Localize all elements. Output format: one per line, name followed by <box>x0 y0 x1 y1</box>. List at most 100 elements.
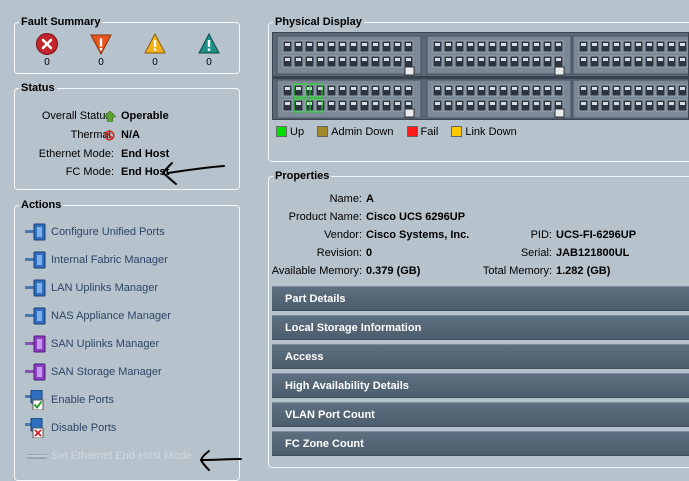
critical-fault-item[interactable]: 0 <box>32 32 62 68</box>
fc-mode-label: FC Mode: <box>65 166 114 178</box>
port <box>348 55 359 68</box>
port <box>498 99 509 112</box>
port-led <box>435 58 440 61</box>
port <box>432 99 443 112</box>
configure-unified-ports-label: Configure Unified Ports <box>51 226 165 238</box>
section-part-details[interactable]: Part Details <box>272 286 689 311</box>
port-led <box>351 43 356 46</box>
port <box>443 55 454 68</box>
legend-link-down-label: Link Down <box>465 126 517 138</box>
san-storage-manager-label: SAN Storage Manager <box>51 366 162 378</box>
port <box>578 99 589 112</box>
port-led <box>658 87 663 90</box>
prop-name-value: A <box>366 193 374 205</box>
port-led <box>329 87 334 90</box>
port <box>655 84 666 97</box>
port <box>392 55 403 68</box>
port-led <box>592 87 597 90</box>
port-led <box>446 43 451 46</box>
port-led <box>523 58 528 61</box>
port <box>520 99 531 112</box>
port-led <box>435 43 440 46</box>
port <box>677 99 688 112</box>
port <box>293 55 304 68</box>
warning-count: 0 <box>206 57 212 68</box>
ethernet-mode-icon <box>27 454 47 459</box>
port <box>359 40 370 53</box>
port-led <box>285 43 290 46</box>
actions-title: Actions <box>19 198 64 212</box>
prop-vendor-row: Vendor: Cisco Systems, Inc. PID: UCS-FI-… <box>268 227 688 243</box>
port <box>454 99 465 112</box>
port-led <box>545 102 550 105</box>
port-led <box>501 87 506 90</box>
port <box>381 55 392 68</box>
port-led <box>395 43 400 46</box>
port-led <box>556 43 561 46</box>
port <box>326 84 337 97</box>
section-local-storage[interactable]: Local Storage Information <box>272 315 689 340</box>
port <box>542 55 553 68</box>
enable-ports-label: Enable Ports <box>51 394 114 406</box>
minor-fault-item[interactable]: 0 <box>140 32 170 68</box>
port <box>666 40 677 53</box>
port <box>282 55 293 68</box>
legend-admin-down-swatch <box>317 126 329 137</box>
section-vlan-port-count-label: VLAN Port Count <box>285 409 375 421</box>
port-led <box>636 43 641 46</box>
port <box>578 40 589 53</box>
port-led <box>636 87 641 90</box>
port <box>600 84 611 97</box>
port <box>578 55 589 68</box>
port <box>403 40 414 53</box>
section-access[interactable]: Access <box>272 344 689 369</box>
port-led <box>614 102 619 105</box>
chassis-ports-graphic[interactable] <box>273 33 689 120</box>
port-led <box>490 102 495 105</box>
port <box>315 40 326 53</box>
port <box>622 99 633 112</box>
legend-up-label: Up <box>290 126 305 138</box>
port-led <box>406 102 411 105</box>
port-led <box>501 43 506 46</box>
port-led <box>479 43 484 46</box>
port <box>611 40 622 53</box>
fabric-interconnect-chassis[interactable] <box>272 32 689 120</box>
port-led <box>384 58 389 61</box>
port <box>611 55 622 68</box>
port <box>326 55 337 68</box>
port-led <box>373 87 378 90</box>
port <box>666 84 677 97</box>
port <box>326 99 337 112</box>
port-led <box>406 43 411 46</box>
port-led <box>669 102 674 105</box>
prop-avail-mem-label: Available Memory: <box>271 265 362 277</box>
minor-count: 0 <box>152 57 158 68</box>
annotation-arrow-ethernet-mode <box>200 450 242 471</box>
port <box>443 99 454 112</box>
section-high-availability[interactable]: High Availability Details <box>272 373 689 398</box>
port <box>655 40 666 53</box>
section-fc-zone-count[interactable]: FC Zone Count <box>272 431 689 456</box>
lan-uplinks-manager-label: LAN Uplinks Manager <box>51 282 158 294</box>
section-vlan-port-count[interactable]: VLAN Port Count <box>272 402 689 427</box>
port <box>454 40 465 53</box>
port-led <box>468 102 473 105</box>
warning-fault-item[interactable]: 0 <box>194 32 224 68</box>
prop-product-row: Product Name: Cisco UCS 6296UP <box>268 209 688 225</box>
port-led <box>647 43 652 46</box>
port <box>348 40 359 53</box>
port <box>432 84 443 97</box>
port <box>476 99 487 112</box>
port <box>644 99 655 112</box>
port-led <box>329 58 334 61</box>
port-led <box>625 102 630 105</box>
san-port-icon <box>25 363 46 381</box>
port <box>337 40 348 53</box>
port-led <box>406 87 411 90</box>
port <box>542 99 553 112</box>
port <box>443 40 454 53</box>
status-title: Status <box>19 81 57 95</box>
major-fault-item[interactable]: 0 <box>86 32 116 68</box>
port <box>370 55 381 68</box>
